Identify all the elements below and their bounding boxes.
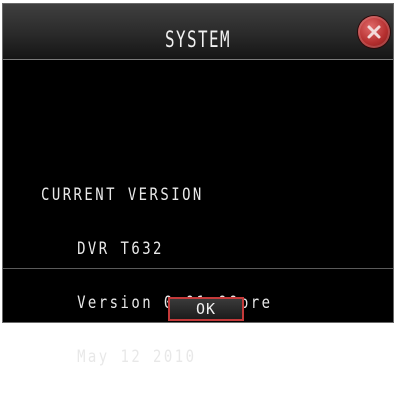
- system-dialog: SYSTEM CURRENT VERSION DVR T632 Version …: [2, 3, 394, 366]
- close-x-icon: [365, 23, 383, 41]
- close-button[interactable]: [358, 16, 390, 48]
- current-version-heading: CURRENT VERSION: [41, 185, 204, 205]
- model-name: DVR T632: [77, 239, 164, 259]
- build-date: May 12 2010: [77, 347, 197, 367]
- version-info: CURRENT VERSION DVR T632 Version 0.01.00…: [41, 150, 272, 402]
- dialog-title: SYSTEM: [165, 28, 231, 53]
- divider: [3, 268, 393, 269]
- ok-button[interactable]: OK: [168, 297, 244, 321]
- title-bar: SYSTEM: [3, 4, 393, 60]
